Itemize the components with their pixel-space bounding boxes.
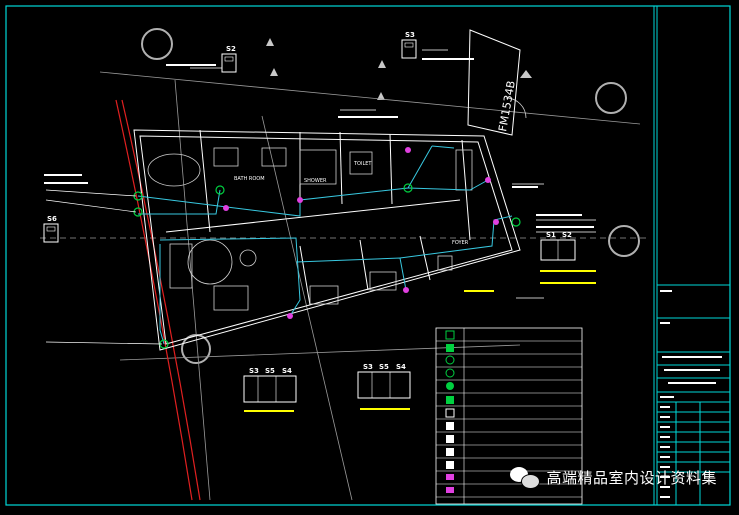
room-label-shower: SHOWER — [304, 178, 327, 184]
round-table — [187, 239, 233, 285]
switch-label: S1 — [546, 231, 556, 239]
switch-label: S4 — [282, 367, 292, 375]
switch-label: S3 — [405, 31, 415, 39]
circuit-nodes — [223, 147, 499, 319]
watermark-text: 高端精品室内设计资料集 — [546, 468, 717, 487]
switch-label: S5 — [379, 363, 389, 371]
switch-label: S2 — [562, 231, 572, 239]
room-label-toilet: TOILET — [353, 161, 372, 167]
switch-label: S5 — [265, 367, 275, 375]
axis-lines — [40, 71, 650, 501]
room-label-foyer: FOYER — [452, 240, 469, 246]
legend-symbols — [445, 330, 455, 493]
grid-bubble-a — [141, 28, 173, 60]
switch-panel-s6 — [43, 223, 59, 243]
switch-label: S6 — [47, 215, 57, 223]
grid-bubble-b — [595, 82, 627, 114]
cad-drawing-canvas: BATH ROOM SHOWER TOILET FOYER FM1534B S2… — [0, 0, 739, 511]
boundary-curves — [115, 99, 201, 501]
switch-panel-left — [243, 375, 297, 403]
switch-label: S3 — [363, 363, 373, 371]
wechat-icon — [510, 465, 541, 489]
bathtub — [147, 153, 201, 187]
switch-label: S3 — [249, 367, 259, 375]
switch-label: S4 — [396, 363, 406, 371]
watermark: 高端精品室内设计资料集 — [510, 465, 717, 489]
room-label-bathroom: BATH ROOM — [234, 176, 265, 182]
grid-bubble-c — [608, 225, 640, 257]
switch-label: S2 — [226, 45, 236, 53]
switch-labels: S2 S3 S6 S1 S2 S3 S5 S4 S3 S5 S4 — [47, 31, 572, 375]
grid-bubble-d — [181, 334, 211, 364]
level-markers — [266, 38, 532, 100]
floor-plan-drawing: BATH ROOM SHOWER TOILET FOYER FM1534B S2… — [5, 5, 731, 506]
grid-markers — [141, 28, 640, 364]
switch-panel-right — [357, 371, 411, 399]
title-block — [653, 6, 730, 505]
